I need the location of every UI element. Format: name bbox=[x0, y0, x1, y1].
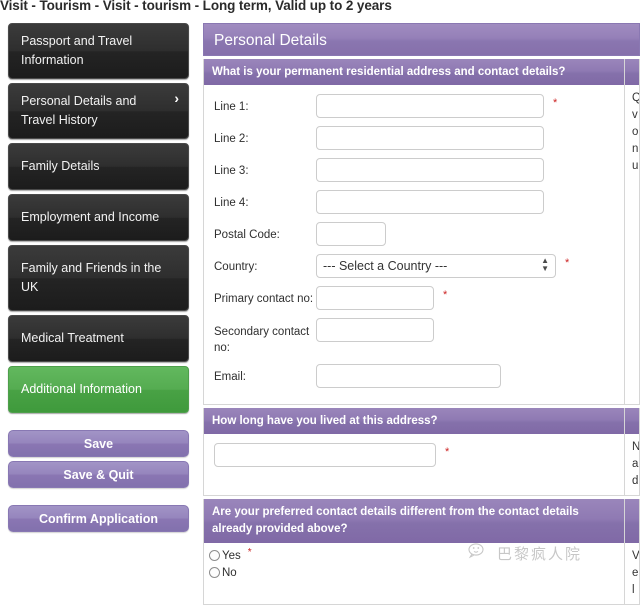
required-marker: * bbox=[553, 97, 558, 109]
primary-contact-no-input[interactable] bbox=[316, 286, 434, 310]
field-row-secondary-contact-no: Secondary contact no: bbox=[204, 318, 624, 356]
required-marker: * bbox=[445, 446, 450, 458]
field-row-email: Email: bbox=[204, 364, 624, 388]
section-length-body: How long have you lived at this address?… bbox=[204, 408, 624, 495]
field-label-secondary-contact-no: Secondary contact no: bbox=[214, 326, 310, 354]
question-label-preferred-contact: Are your preferred contact details diffe… bbox=[204, 499, 624, 543]
sidebar-item-label: Personal Details and Travel History bbox=[21, 94, 137, 127]
address-field-list: Line 1: * Line 2: Line 3: Line 4: Postal… bbox=[204, 85, 624, 404]
field-row-line-2: Line 2: bbox=[204, 126, 624, 150]
save-button-label: Save bbox=[83, 437, 114, 451]
radio-button-icon-no[interactable] bbox=[209, 567, 220, 578]
sidebar-item-medical-treatment[interactable]: Medical Treatment bbox=[8, 315, 189, 362]
sidebar-item-passport-and-travel-information[interactable]: Passport and Travel Information bbox=[8, 23, 189, 79]
sidebar-item-employment-and-income[interactable]: Employment and Income bbox=[8, 194, 189, 241]
sidebar-item-label: Medical Treatment bbox=[21, 331, 124, 345]
save-and-quit-button[interactable]: Save & Quit bbox=[8, 461, 189, 488]
section-length-of-residence: How long have you lived at this address?… bbox=[203, 408, 640, 496]
sidebar-navigation: Passport and Travel Information Personal… bbox=[8, 23, 189, 536]
sidebar-item-family-and-friends-in-the-uk[interactable]: Family and Friends in the UK bbox=[8, 245, 189, 311]
help-panel-text-address: Q vo nu bbox=[632, 92, 639, 172]
sidebar-item-label: Family and Friends in the UK bbox=[21, 261, 162, 294]
field-label-line-3: Line 3: bbox=[214, 165, 249, 177]
field-label-line-2: Line 2: bbox=[214, 133, 249, 145]
section-preferred-contact-details: Are your preferred contact details diffe… bbox=[203, 499, 640, 605]
main-content: Personal Details What is your permanent … bbox=[203, 23, 640, 605]
save-and-quit-button-label: Save & Quit bbox=[63, 468, 134, 482]
help-panel-address: Q vo nu bbox=[624, 59, 639, 404]
section-title-text: Personal Details bbox=[214, 32, 327, 49]
section-address-body: What is your permanent residential addre… bbox=[204, 59, 624, 404]
field-row-length-of-residence: * bbox=[204, 434, 624, 476]
help-panel-header-preferred bbox=[625, 499, 639, 543]
field-row-line-1: Line 1: * bbox=[204, 94, 624, 118]
country-select[interactable]: --- Select a Country --- bbox=[316, 254, 556, 278]
line-2-input[interactable] bbox=[316, 126, 544, 150]
help-panel-header-length bbox=[625, 408, 639, 434]
field-label-country: Country: bbox=[214, 261, 258, 273]
help-panel-text-preferred: V el bbox=[632, 550, 639, 596]
confirm-application-button-label: Confirm Application bbox=[39, 512, 158, 526]
country-select-wrapper: --- Select a Country --- ▲ ▼ bbox=[316, 254, 556, 278]
radio-option-yes[interactable]: Yes * bbox=[209, 547, 624, 564]
field-row-postal-code: Postal Code: bbox=[204, 222, 624, 246]
page-title: Visit - Tourism - Visit - tourism - Long… bbox=[0, 0, 392, 13]
line-1-input[interactable] bbox=[316, 94, 544, 118]
radio-button-icon-yes[interactable] bbox=[209, 550, 220, 561]
email-input[interactable] bbox=[316, 364, 501, 388]
required-marker: * bbox=[565, 257, 570, 269]
field-row-country: Country: --- Select a Country --- ▲ ▼ * bbox=[204, 254, 624, 278]
field-label-line-4: Line 4: bbox=[214, 197, 249, 209]
help-panel-preferred-contact: V el bbox=[624, 499, 639, 604]
length-of-residence-input[interactable] bbox=[214, 443, 436, 467]
secondary-contact-no-input[interactable] bbox=[316, 318, 434, 342]
field-row-line-4: Line 4: bbox=[204, 190, 624, 214]
sidebar-item-label: Passport and Travel Information bbox=[21, 34, 133, 67]
radio-label-yes: Yes bbox=[222, 549, 241, 562]
sidebar-item-additional-information[interactable]: Additional Information bbox=[8, 366, 189, 413]
preferred-contact-radio-group: Yes * No bbox=[204, 543, 624, 587]
field-label-primary-contact-no: Primary contact no: bbox=[214, 293, 314, 305]
confirm-application-button[interactable]: Confirm Application bbox=[8, 505, 189, 532]
field-row-line-3: Line 3: bbox=[204, 158, 624, 182]
line-4-input[interactable] bbox=[316, 190, 544, 214]
sidebar-item-label: Employment and Income bbox=[21, 210, 160, 224]
field-label-postal-code: Postal Code: bbox=[214, 229, 280, 241]
radio-option-no[interactable]: No bbox=[209, 564, 624, 581]
help-panel-text-length: N ad bbox=[632, 441, 639, 487]
field-label-email: Email: bbox=[214, 371, 246, 383]
line-3-input[interactable] bbox=[316, 158, 544, 182]
question-label-length-of-residence: How long have you lived at this address? bbox=[204, 408, 624, 434]
section-title-personal-details: Personal Details bbox=[203, 23, 640, 56]
sidebar-item-label: Family Details bbox=[21, 159, 100, 173]
field-label-line-1: Line 1: bbox=[214, 101, 249, 113]
field-row-primary-contact-no: Primary contact no: * bbox=[204, 286, 624, 310]
save-button[interactable]: Save bbox=[8, 430, 189, 457]
chevron-right-icon: › bbox=[174, 90, 179, 106]
question-label-address: What is your permanent residential addre… bbox=[204, 59, 624, 85]
postal-code-input[interactable] bbox=[316, 222, 386, 246]
sidebar-item-label: Additional Information bbox=[21, 382, 142, 396]
required-marker: * bbox=[247, 547, 252, 558]
section-address-and-contact: What is your permanent residential addre… bbox=[203, 59, 640, 405]
help-panel-header-address bbox=[625, 59, 639, 85]
sidebar-item-family-details[interactable]: Family Details bbox=[8, 143, 189, 190]
section-preferred-contact-body: Are your preferred contact details diffe… bbox=[204, 499, 624, 604]
required-marker: * bbox=[443, 289, 448, 301]
radio-label-no: No bbox=[222, 566, 237, 579]
help-panel-length-of-residence: N ad bbox=[624, 408, 639, 495]
sidebar-item-personal-details-and-travel-history[interactable]: Personal Details and Travel History › bbox=[8, 83, 189, 139]
